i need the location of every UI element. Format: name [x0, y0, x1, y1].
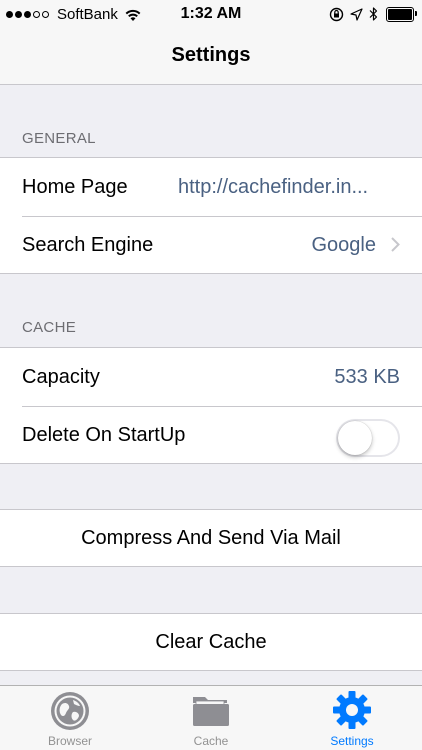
- compress-and-send-button[interactable]: Compress And Send Via Mail: [0, 509, 422, 567]
- capacity-value: 533 KB: [334, 365, 400, 388]
- globe-icon: [51, 692, 89, 730]
- tab-settings[interactable]: Settings: [282, 686, 422, 750]
- search-engine-label: Search Engine: [22, 233, 154, 256]
- bluetooth-icon: [369, 7, 378, 21]
- folder-icon: [193, 697, 229, 726]
- delete-on-startup-toggle[interactable]: [336, 419, 400, 457]
- tab-browser[interactable]: Browser: [0, 686, 140, 750]
- battery-level: [388, 8, 412, 20]
- delete-on-startup-label: Delete On StartUp: [22, 423, 186, 446]
- toggle-knob: [338, 421, 372, 455]
- clear-cache-button[interactable]: Clear Cache: [0, 613, 422, 671]
- search-engine-row[interactable]: Search Engine Google: [0, 216, 422, 274]
- home-page-value: http://cachefinder.in...: [178, 175, 369, 198]
- tab-cache[interactable]: Cache: [141, 686, 281, 750]
- delete-on-startup-row: Delete On StartUp: [0, 406, 422, 464]
- section-header-cache: CACHE: [22, 319, 77, 336]
- cache-group: Capacity 533 KB Delete On StartUp: [0, 347, 422, 464]
- status-right: [323, 6, 417, 22]
- gear-icon: [333, 691, 371, 729]
- tab-label: Browser: [47, 734, 92, 748]
- section-header-general: GENERAL: [22, 130, 96, 147]
- tab-label: Cache: [193, 734, 229, 748]
- capacity-row: Capacity 533 KB: [0, 348, 422, 406]
- page-title: Settings: [171, 44, 251, 66]
- tab-bar: Browser Cache Settings: [0, 685, 422, 750]
- search-engine-value: Google: [311, 233, 377, 256]
- capacity-label: Capacity: [22, 365, 100, 388]
- home-page-label: Home Page: [22, 175, 128, 198]
- navigation-bar: Settings: [0, 30, 422, 85]
- chevron-right-icon: [391, 237, 400, 252]
- tab-label: Settings: [330, 734, 374, 748]
- status-bar: SoftBank 1:32 AM: [0, 0, 422, 30]
- orientation-lock-icon: [329, 7, 344, 21]
- location-arrow-icon: [350, 7, 363, 21]
- home-page-row[interactable]: Home Page http://cachefinder.in...: [0, 158, 422, 216]
- general-group: Home Page http://cachefinder.in... Searc…: [0, 157, 422, 274]
- battery-icon: [386, 6, 417, 22]
